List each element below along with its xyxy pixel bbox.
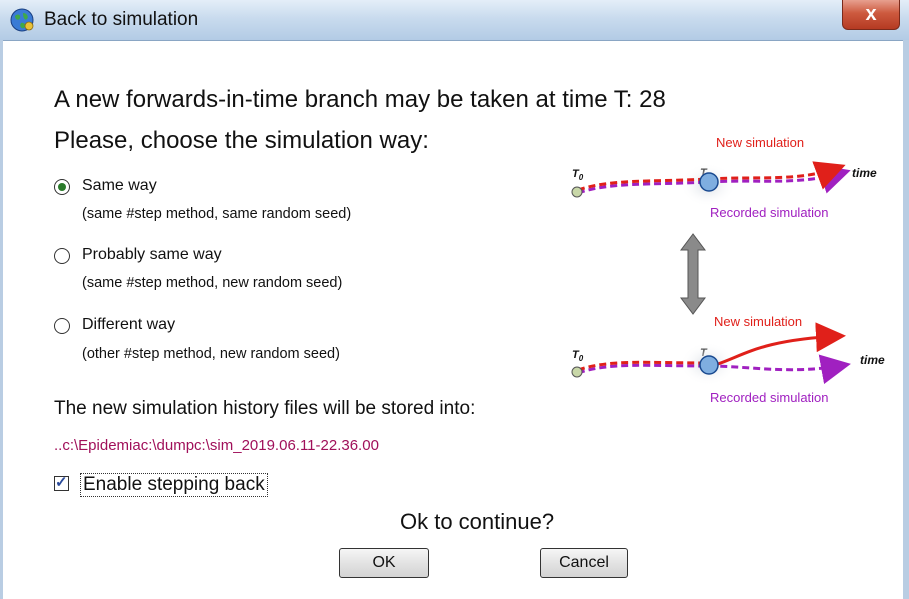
cancel-button[interactable]: Cancel <box>540 548 628 578</box>
radio-different-way[interactable] <box>54 318 70 334</box>
bottom-t0-label: T0 <box>572 349 584 363</box>
option-sub-different-way: (other #step method, new random seed) <box>82 346 340 362</box>
option-sub-probably-same-way: (same #step method, new random seed) <box>82 275 343 291</box>
option-label-different-way[interactable]: Different way <box>82 316 175 334</box>
top-t0-label: T0 <box>572 168 584 182</box>
storage-description: The new simulation history files will be… <box>54 398 476 419</box>
radio-same-way[interactable] <box>54 179 70 195</box>
globe-icon <box>10 8 34 32</box>
top-time-label: time <box>852 166 877 180</box>
title-bar: Back to simulation x <box>0 0 909 41</box>
simulation-branch-diagram: New simulation T0 T time Recorded simula… <box>571 135 885 405</box>
continue-prompt: Ok to continue? <box>400 509 555 534</box>
bottom-recorded-simulation-label: Recorded simulation <box>710 390 829 405</box>
window-frame-left <box>0 40 3 599</box>
option-label-probably-same-way[interactable]: Probably same way <box>82 246 222 264</box>
bottom-t0-node <box>571 366 583 378</box>
double-arrow-icon <box>680 233 706 315</box>
option-sub-same-way: (same #step method, same random seed) <box>82 206 352 222</box>
choose-way-heading: Please, choose the simulation way: <box>54 127 429 154</box>
top-new-simulation-label: New simulation <box>716 135 804 150</box>
enable-stepping-back-checkbox[interactable]: ✓ <box>54 474 69 491</box>
enable-stepping-back-label[interactable]: Enable stepping back <box>80 473 268 497</box>
ok-button[interactable]: OK <box>339 548 429 578</box>
radio-selected-dot <box>58 183 66 191</box>
top-recorded-simulation-label: Recorded simulation <box>710 205 829 220</box>
bottom-new-simulation-label: New simulation <box>714 314 802 329</box>
storage-path: ..c:\Epidemiac:\dumpc:\sim_2019.06.11-22… <box>54 437 379 454</box>
bottom-time-label: time <box>860 353 885 367</box>
close-button[interactable]: x <box>842 0 900 30</box>
bottom-t-node <box>699 355 719 375</box>
window-title: Back to simulation <box>44 9 199 30</box>
option-label-same-way[interactable]: Same way <box>82 177 157 195</box>
top-t0-node <box>571 186 583 198</box>
checkmark-icon: ✓ <box>55 474 68 491</box>
window-frame-right <box>903 40 909 599</box>
top-t-node <box>699 172 719 192</box>
radio-probably-same-way[interactable] <box>54 248 70 264</box>
branch-time-heading: A new forwards-in-time branch may be tak… <box>54 86 666 113</box>
